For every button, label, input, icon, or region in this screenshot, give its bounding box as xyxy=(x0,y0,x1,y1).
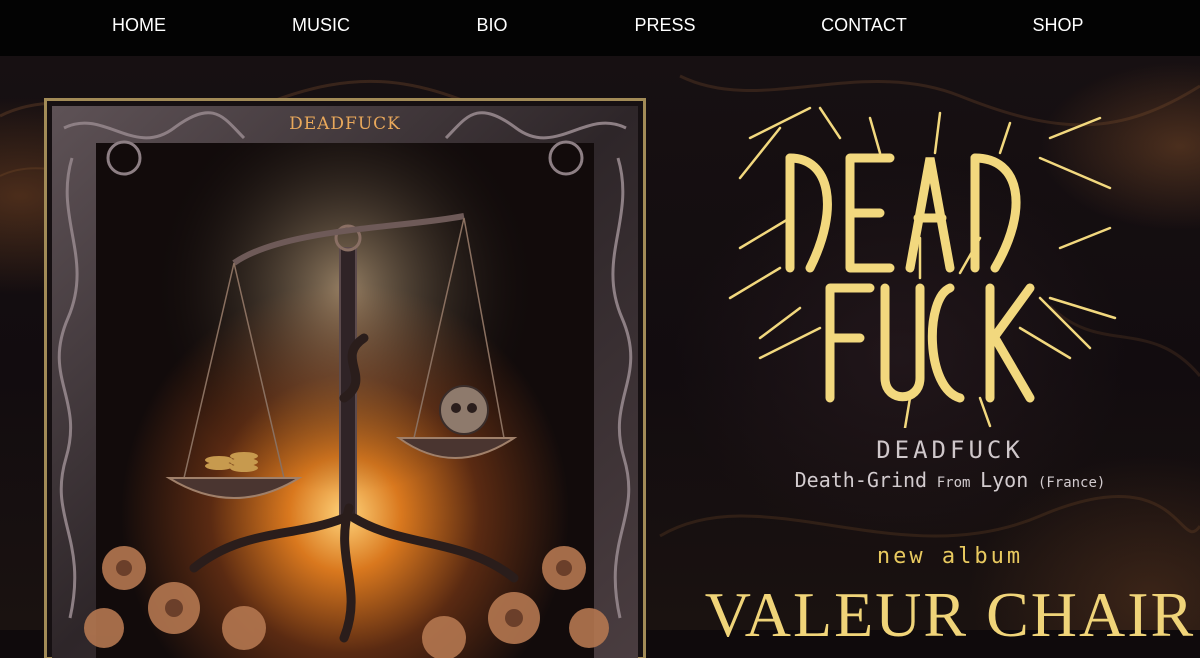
new-album-label: new album xyxy=(876,544,1024,569)
band-tagline: Death-Grind From Lyon (France) xyxy=(660,468,1200,492)
cover-band-title: DEADFUCK xyxy=(289,114,401,134)
top-navigation: HOME MUSIC BIO PRESS CONTACT SHOP xyxy=(0,0,1200,56)
nav-music[interactable]: MUSIC xyxy=(292,0,350,50)
band-name: DEADFUCK xyxy=(876,436,1024,464)
album-cover-artwork xyxy=(44,98,646,658)
hero-info: DEADFUCK Death-Grind From Lyon (France) … xyxy=(660,56,1200,650)
nav-bio[interactable]: BIO xyxy=(476,0,507,50)
city: Lyon xyxy=(980,468,1029,492)
album-cover[interactable]: DEADFUCK xyxy=(44,98,646,658)
nav-contact[interactable]: CONTACT xyxy=(821,0,907,50)
country: (France) xyxy=(1037,475,1106,491)
nav-shop[interactable]: SHOP xyxy=(1032,0,1083,50)
band-logo xyxy=(728,106,1117,428)
album-title[interactable]: VALEUR CHAIR xyxy=(660,578,1200,652)
nav-press[interactable]: PRESS xyxy=(634,0,695,50)
genre: Death-Grind xyxy=(794,468,928,492)
nav-home[interactable]: HOME xyxy=(112,0,166,50)
from-word: From xyxy=(936,475,971,491)
